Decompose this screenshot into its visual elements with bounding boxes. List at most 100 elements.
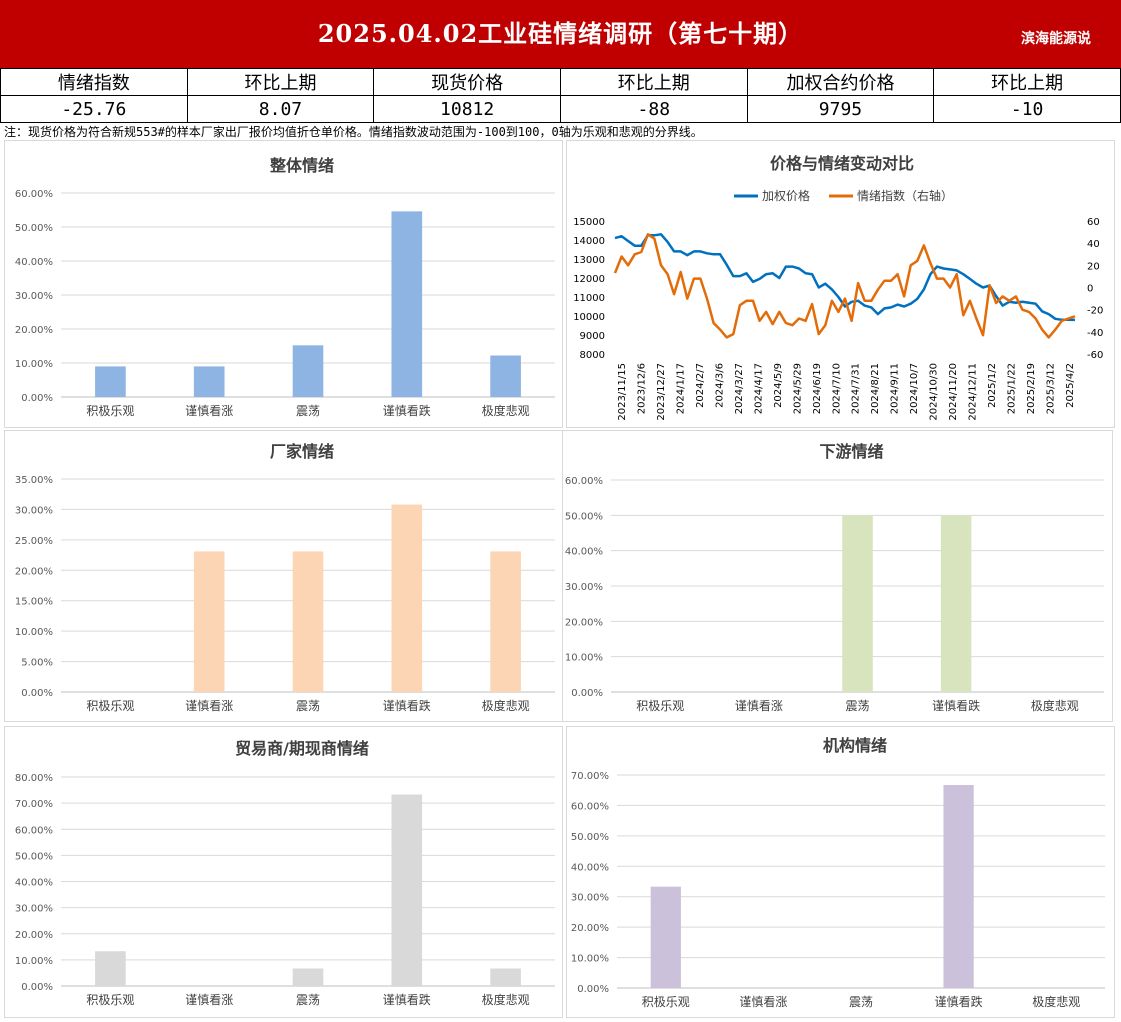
y-left-tick-label: 13000 [573,255,605,266]
chart-title: 机构情绪 [823,736,887,755]
y-left-tick-label: 8000 [580,350,605,361]
brand-label: 滨海能源说 [1021,31,1091,47]
bar [95,366,126,397]
y-tick-label: 10.00% [565,653,603,664]
y-tick-label: 20.00% [571,923,609,934]
y-tick-label: 10.00% [571,954,609,965]
kpi-header-row: 情绪指数 环比上期 现货价格 环比上期 加权合约价格 环比上期 [0,68,1121,96]
y-left-tick-label: 14000 [573,236,605,247]
category-label: 谨慎看跌 [932,698,980,713]
y-tick-label: 0.00% [21,688,53,699]
category-label: 震荡 [296,993,320,1007]
x-tick-label: 2025/1/2 [987,363,998,408]
footnote: 注：现货价格为符合新规553#的样本厂家出厂报价均值折仓单价格。情绪指数波动范围… [4,125,703,139]
y-right-tick-label: 20 [1087,261,1100,272]
x-tick-label: 2023/11/15 [617,363,628,421]
x-tick-label: 2025/1/22 [1007,363,1018,414]
category-label: 谨慎看涨 [185,992,233,1007]
y-tick-label: 20.00% [565,617,603,628]
bar [490,551,521,692]
chart-institution: 机构情绪 0.00% 10.00% 20.00% 30.00% 40.00% 50.00% 6… [571,736,1105,1009]
chart-overall: 整体情绪 0.00% 10.00% 20.00% 30.00% 40.00% 50.00% 6… [15,156,555,418]
x-tick-label: 2024/5/29 [792,363,803,414]
y-left-tick-label: 12000 [573,274,605,285]
y-left-tick-label: 15000 [573,217,605,228]
y-tick-label: 70.00% [15,799,53,810]
category-label: 极度悲观 [482,698,530,713]
y-tick-label: 0.00% [577,984,609,995]
chart-overall-panel: 整体情绪 0.00% 10.00% 20.00% 30.00% 40.00% 50.00% 6… [4,140,563,428]
kpi-value: -10 [933,95,1121,123]
report-header: 2025.04.02工业硅情绪调研（第七十期） 滨海能源说 [0,0,1121,68]
y-tick-label: 30.00% [565,582,603,593]
y-tick-label: 15.00% [15,597,53,608]
x-tick-label: 2023/12/6 [636,363,647,414]
category-label: 谨慎看跌 [383,698,431,713]
bar [193,366,225,397]
legend-label: 加权价格 [762,188,810,203]
chart-factory-panel: 厂家情绪 0.00% 5.00% 10.00% 15.00% 20.00% 25.00% 30… [4,430,563,722]
y-tick-label: 0.00% [571,688,603,699]
kpi-header: 环比上期 [186,68,375,96]
bar [391,211,423,397]
y-right-tick-label: -60 [1087,350,1103,361]
y-tick-label: 10.00% [15,359,53,370]
y-tick-label: 50.00% [15,851,53,862]
x-tick-label: 2024/3/27 [734,363,745,414]
y-left-tick-label: 10000 [573,312,605,323]
x-tick-label: 2024/10/7 [909,363,920,414]
category-label: 积极乐观 [636,699,684,713]
category-label: 震荡 [849,995,873,1009]
kpi-header: 环比上期 [559,68,748,96]
y-tick-label: 80.00% [15,773,53,784]
category-label: 震荡 [296,699,320,713]
category-label: 极度悲观 [482,992,530,1007]
x-tick-label: 2024/9/11 [890,363,901,414]
y-right-tick-label: -40 [1087,328,1103,339]
x-tick-label: 2025/4/2 [1065,363,1076,408]
series-line-sentiment [613,233,1076,339]
kpi-value: -25.76 [0,95,188,123]
bar [292,551,324,692]
x-tick-label: 2024/5/9 [773,363,784,408]
category-label: 积极乐观 [642,995,690,1009]
category-label: 极度悲观 [482,403,530,418]
kpi-value: 10812 [373,95,561,123]
chart-institution-panel: 机构情绪 0.00% 10.00% 20.00% 30.00% 40.00% 50.00% 6… [566,726,1115,1018]
y-tick-label: 20.00% [15,325,53,336]
bar [193,551,225,692]
x-tick-label: 2024/8/21 [870,363,881,414]
category-label: 谨慎看涨 [185,698,233,713]
bar [490,968,521,986]
x-tick-label: 2024/3/6 [714,363,725,408]
chart-trader-panel: 贸易商/期现商情绪 0.00% 10.00% 20.00% 30.00% 40.00% 50… [4,726,563,1018]
bar [292,345,324,397]
category-label: 震荡 [296,404,320,418]
y-tick-label: 60.00% [15,825,53,836]
chart-title: 贸易商/期现商情绪 [235,739,369,758]
bar [940,515,972,692]
chart-downstream-panel: 下游情绪 0.00% 10.00% 20.00% 30.00% 40.00% 50.00% 6… [562,430,1113,722]
x-tick-label: 2024/7/10 [831,363,842,414]
x-tick-label: 2025/2/19 [1026,363,1037,414]
kpi-header: 加权合约价格 [746,68,935,96]
kpi-value: -88 [559,95,748,123]
y-right-tick-label: -20 [1087,306,1103,317]
y-tick-label: 20.00% [15,930,53,941]
y-tick-label: 60.00% [571,801,609,812]
kpi-value: 8.07 [186,95,375,123]
bar [95,951,126,986]
kpi-header: 环比上期 [933,68,1121,96]
x-tick-label: 2025/3/12 [1046,363,1057,414]
x-tick-label: 2024/11/20 [948,363,959,421]
chart-title: 厂家情绪 [270,442,334,461]
y-tick-label: 30.00% [571,893,609,904]
kpi-header: 现货价格 [373,68,561,96]
y-tick-label: 40.00% [565,547,603,558]
category-label: 谨慎看跌 [935,994,983,1009]
y-tick-label: 35.00% [15,475,53,486]
chart-compare: 价格与情绪变动对比加权价格 情绪指数（右轴） 8000 9000 10000 11000 1… [573,154,1103,421]
x-tick-label: 2024/2/7 [695,363,706,408]
chart-title: 下游情绪 [819,442,883,461]
x-tick-label: 2023/12/27 [656,363,667,421]
